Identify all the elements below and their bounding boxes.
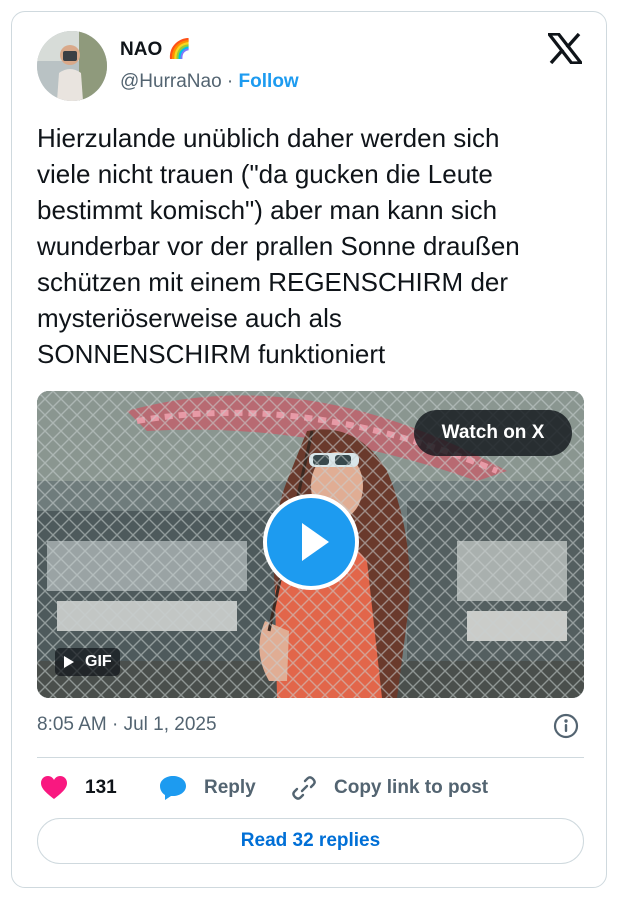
author-handle[interactable]: @HurraNao [120, 71, 222, 92]
x-logo-icon[interactable] [545, 32, 585, 65]
link-icon [292, 776, 316, 800]
gif-badge: GIF [55, 648, 120, 676]
copy-link-button[interactable]: Copy link to post [290, 774, 488, 802]
read-replies-button[interactable]: Read 32 replies [37, 818, 584, 864]
tweet-timestamp[interactable]: 8:05 AM · Jul 1, 2025 [37, 712, 217, 738]
play-icon [302, 523, 329, 561]
info-icon[interactable] [553, 713, 579, 739]
follow-button[interactable]: Follow [239, 71, 299, 92]
play-button[interactable] [263, 494, 359, 590]
avatar[interactable] [37, 31, 107, 101]
author-handle-row: @HurraNao · Follow [120, 70, 299, 94]
heart-icon [41, 776, 67, 799]
reply-label: Reply [204, 777, 256, 798]
watch-on-x-button[interactable]: Watch on X [414, 410, 572, 456]
copy-link-label: Copy link to post [334, 777, 489, 798]
tweet-text: Hierzulande unüblich daher werden sich v… [37, 123, 520, 369]
handle-separator: · [221, 71, 239, 92]
reply-button[interactable]: Reply [159, 774, 256, 802]
like-count: 131 [85, 777, 117, 798]
author-name[interactable]: NAO 🌈 [120, 38, 191, 62]
gif-label: GIF [85, 653, 112, 670]
like-button[interactable]: 131 [40, 774, 117, 802]
reply-icon [160, 776, 186, 800]
divider [37, 757, 584, 758]
play-small-icon [64, 656, 74, 668]
